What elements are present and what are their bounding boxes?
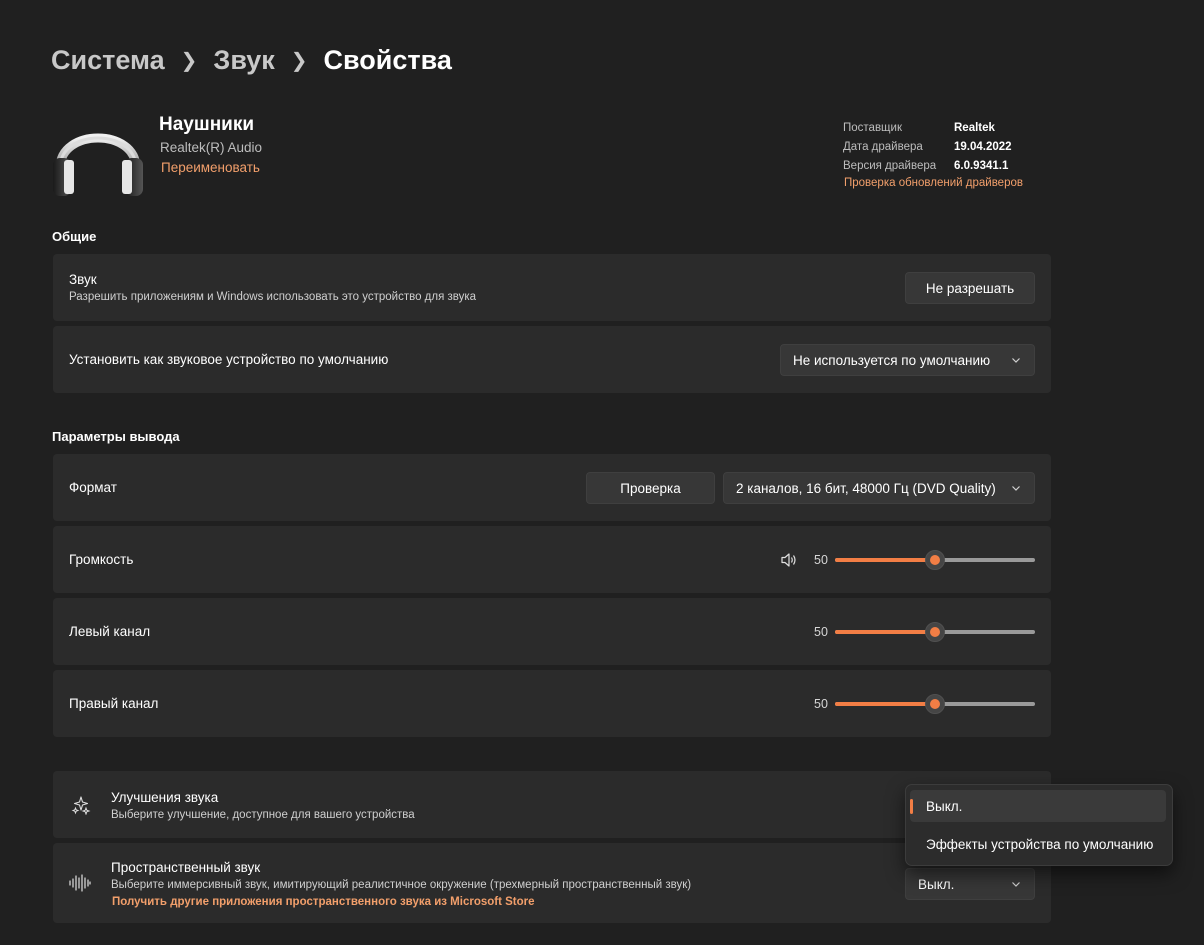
left-channel-value: 50 — [814, 625, 828, 639]
driver-key: Версия драйвера — [843, 159, 937, 172]
test-button[interactable]: Проверка — [586, 472, 715, 504]
speaker-icon[interactable] — [780, 551, 798, 569]
slider-thumb[interactable] — [925, 550, 945, 570]
slider-fill — [835, 558, 935, 562]
enhancements-card: Улучшения звука Выберите улучшение, дост… — [53, 771, 1051, 838]
default-device-title: Установить как звуковое устройство по ум… — [69, 352, 389, 367]
format-card: Формат Проверка 2 каналов, 16 бит, 48000… — [53, 454, 1051, 521]
slider-fill — [835, 702, 935, 706]
right-channel-card: Правый канал 50 — [53, 670, 1051, 737]
page-title: Свойства — [323, 44, 452, 75]
right-channel-slider[interactable] — [835, 670, 1035, 738]
audio-desc: Разрешить приложениям и Windows использо… — [69, 291, 477, 303]
spatial-desc: Выберите иммерсивный звук, имитирующий р… — [111, 879, 692, 891]
driver-row-version: Версия драйвера 6.0.9341.1 — [843, 156, 1012, 175]
device-name: Наушники — [159, 114, 255, 135]
slider-fill — [835, 630, 935, 634]
breadcrumb: Система ❯ Звук ❯ Свойства — [51, 40, 452, 80]
rename-link[interactable]: Переименовать — [161, 160, 260, 175]
chevron-down-icon — [1012, 486, 1020, 491]
chevron-down-icon — [1012, 882, 1020, 887]
enhancements-option-off[interactable]: Выкл. — [910, 790, 1166, 822]
selection-indicator — [910, 799, 913, 814]
breadcrumb-system[interactable]: Система — [51, 45, 165, 76]
left-channel-card: Левый канал 50 — [53, 598, 1051, 665]
chevron-right-icon: ❯ — [180, 49, 198, 72]
format-select[interactable]: 2 каналов, 16 бит, 48000 Гц (DVD Quality… — [723, 472, 1035, 504]
section-title-output: Параметры вывода — [52, 429, 180, 444]
right-channel-value: 50 — [814, 697, 828, 711]
chevron-right-icon: ❯ — [290, 49, 308, 72]
driver-row-vendor: Поставщик Realtek — [843, 118, 1012, 137]
section-title-general: Общие — [52, 229, 97, 244]
format-select-value: 2 каналов, 16 бит, 48000 Гц (DVD Quality… — [736, 480, 996, 496]
driver-key: Поставщик — [843, 121, 902, 134]
spatial-store-link[interactable]: Получить другие приложения пространствен… — [112, 896, 535, 908]
format-title: Формат — [69, 480, 117, 495]
audio-card: Звук Разрешить приложениям и Windows исп… — [53, 254, 1051, 321]
default-device-card: Установить как звуковое устройство по ум… — [53, 326, 1051, 393]
driver-update-link[interactable]: Проверка обновлений драйверов — [844, 177, 1023, 189]
enhancements-desc: Выберите улучшение, доступное для вашего… — [111, 809, 415, 821]
driver-row-date: Дата драйвера 19.04.2022 — [843, 137, 1012, 156]
driver-value: 6.0.9341.1 — [954, 159, 1009, 172]
slider-thumb[interactable] — [925, 622, 945, 642]
driver-value: Realtek — [954, 121, 995, 134]
volume-card: Громкость 50 — [53, 526, 1051, 593]
left-channel-title: Левый канал — [69, 624, 151, 639]
option-label: Выкл. — [926, 798, 963, 814]
slider-thumb[interactable] — [925, 694, 945, 714]
spatial-select-value: Выкл. — [918, 876, 955, 892]
headphones-icon — [53, 133, 143, 196]
volume-title: Громкость — [69, 552, 134, 567]
enhancements-option-default[interactable]: Эффекты устройства по умолчанию — [910, 828, 1166, 860]
volume-value: 50 — [814, 553, 828, 567]
disallow-button[interactable]: Не разрешать — [905, 272, 1035, 304]
default-device-select-value: Не используется по умолчанию — [793, 352, 991, 368]
enhancements-dropdown: Выкл. Эффекты устройства по умолчанию — [905, 784, 1173, 866]
option-label: Эффекты устройства по умолчанию — [926, 836, 1154, 852]
spatial-title: Пространственный звук — [111, 860, 261, 875]
audio-title: Звук — [69, 272, 97, 287]
enhancements-title: Улучшения звука — [111, 790, 219, 805]
driver-info: Поставщик Realtek Дата драйвера 19.04.20… — [843, 118, 1012, 175]
driver-key: Дата драйвера — [843, 140, 923, 153]
device-subtitle: Realtek(R) Audio — [160, 140, 263, 155]
spatial-sound-icon — [69, 874, 91, 892]
chevron-down-icon — [1012, 358, 1020, 363]
default-device-select[interactable]: Не используется по умолчанию — [780, 344, 1035, 376]
driver-value: 19.04.2022 — [954, 140, 1012, 153]
right-channel-title: Правый канал — [69, 696, 159, 711]
volume-slider[interactable] — [835, 526, 1035, 594]
spatial-card: Пространственный звук Выберите иммерсивн… — [53, 843, 1051, 923]
spatial-select[interactable]: Выкл. — [905, 868, 1035, 900]
left-channel-slider[interactable] — [835, 598, 1035, 666]
sparkle-icon — [71, 796, 91, 815]
breadcrumb-sound[interactable]: Звук — [213, 45, 274, 76]
